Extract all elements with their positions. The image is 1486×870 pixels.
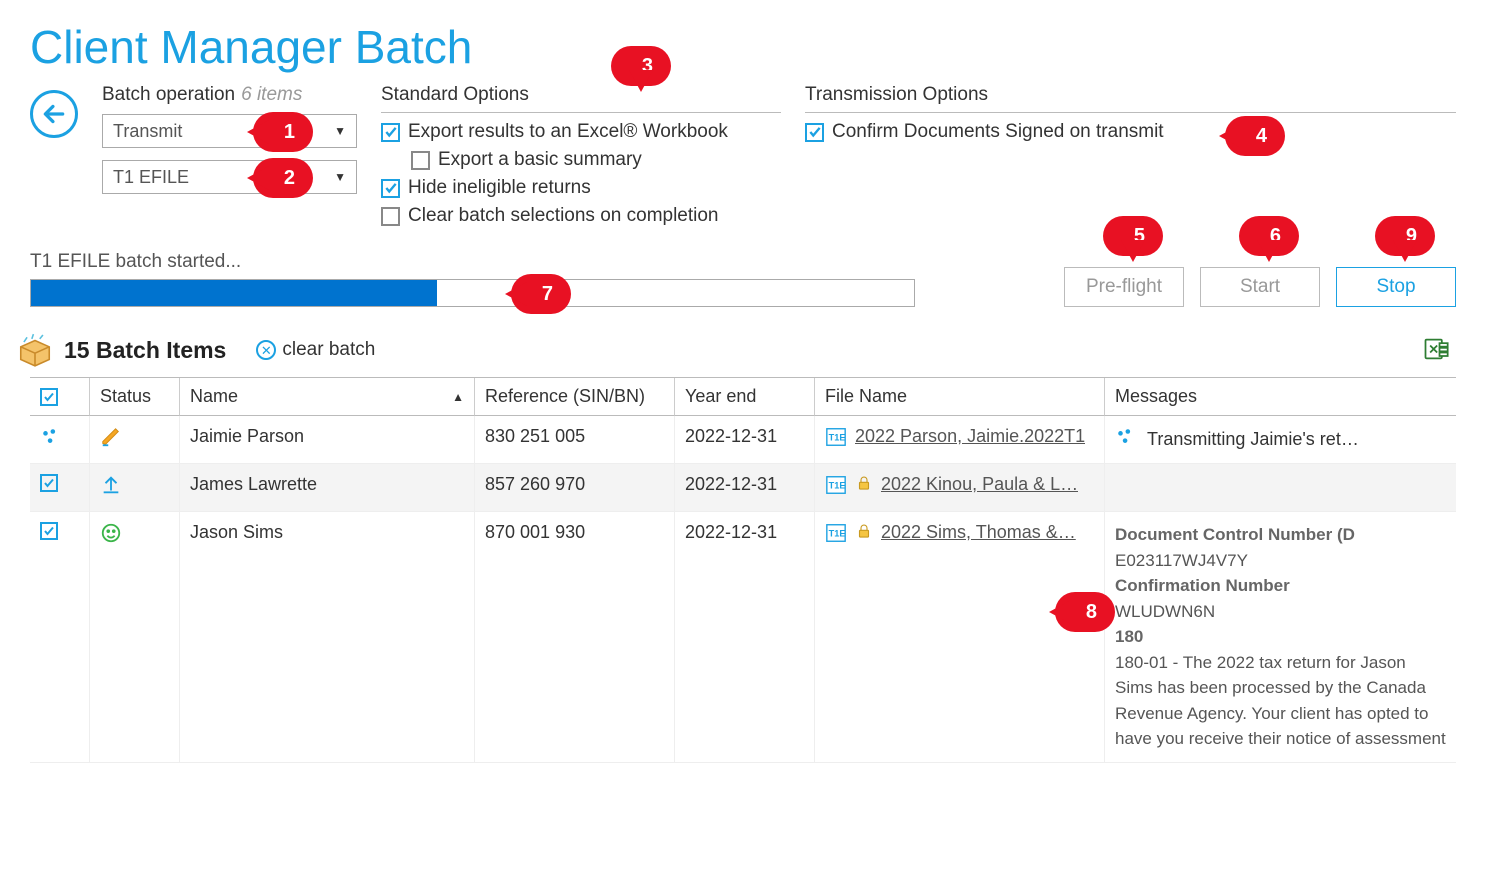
start-button[interactable]: Start 6 (1200, 267, 1320, 307)
row-yearend: 2022-12-31 (675, 512, 815, 763)
close-circle-icon: ✕ (256, 340, 276, 360)
batch-operation-value: Transmit (113, 121, 182, 142)
row-yearend: 2022-12-31 (675, 416, 815, 464)
checkbox-icon (381, 207, 400, 226)
opt-export-basic[interactable]: Export a basic summary (411, 149, 781, 171)
batch-type-dropdown[interactable]: T1 EFILE ▼ 2 (102, 160, 357, 194)
batch-type-value: T1 EFILE (113, 167, 189, 188)
col-yearend[interactable]: Year end (675, 378, 815, 416)
upload-icon (100, 474, 122, 496)
row-filename[interactable]: T1E 2022 Parson, Jaimie.2022T1 (815, 416, 1105, 464)
callout-3: 3 (611, 46, 671, 86)
opt-confirm-signed[interactable]: Confirm Documents Signed on transmit 4 (805, 121, 1456, 143)
row-name: Jason Sims (180, 512, 475, 763)
batch-operation-dropdown[interactable]: Transmit ▼ 1 (102, 114, 357, 148)
stop-button[interactable]: Stop 9 (1336, 267, 1456, 307)
opt-export-excel[interactable]: Export results to an Excel® Workbook (381, 121, 781, 143)
checkbox-icon (40, 474, 58, 492)
checkbox-icon (411, 151, 430, 170)
progress-bar: 7 (30, 279, 915, 307)
export-excel-icon[interactable] (1422, 335, 1456, 366)
svg-text:T1E: T1E (829, 433, 846, 443)
svg-text:T1E: T1E (829, 529, 846, 539)
page-title: Client Manager Batch (30, 20, 1456, 74)
lock-icon (855, 474, 873, 497)
row-yearend: 2022-12-31 (675, 464, 815, 512)
grid-header: Status Name ▲ Reference (SIN/BN) Year en… (30, 378, 1456, 416)
back-button[interactable] (30, 90, 78, 138)
opt-hide-ineligible[interactable]: Hide ineligible returns (381, 177, 781, 199)
table-row[interactable]: Jason Sims 870 001 930 2022-12-31 T1E 20… (30, 512, 1456, 763)
row-messages: Transmitting Jaimie's ret… (1105, 416, 1456, 464)
callout-7: 7 (511, 274, 571, 314)
row-check[interactable] (30, 416, 90, 464)
row-check[interactable] (30, 464, 90, 512)
row-name: Jaimie Parson (180, 416, 475, 464)
callout-6: 6 (1239, 216, 1299, 256)
clear-batch-link[interactable]: ✕ clear batch (256, 339, 375, 361)
checkbox-icon (805, 123, 824, 142)
lock-icon (855, 522, 873, 545)
col-status[interactable]: Status (90, 378, 180, 416)
callout-5: 5 (1103, 216, 1163, 256)
svg-text:T1E: T1E (829, 481, 846, 491)
row-check[interactable] (30, 512, 90, 763)
progress-fill (31, 280, 437, 306)
transmission-options-label: Transmission Options (805, 84, 988, 106)
chevron-down-icon: ▼ (334, 170, 346, 184)
table-row[interactable]: Jaimie Parson 830 251 005 2022-12-31 T1E… (30, 416, 1456, 464)
preflight-button[interactable]: Pre-flight 5 (1064, 267, 1184, 307)
row-reference: 857 260 970 (475, 464, 675, 512)
row-name: James Lawrette (180, 464, 475, 512)
row-status (90, 464, 180, 512)
row-messages: Document Control Number (D E023117WJ4V7Y… (1105, 512, 1456, 763)
dots-processing-icon (1115, 426, 1137, 453)
row-status (90, 512, 180, 763)
col-messages[interactable]: Messages (1105, 378, 1456, 416)
chevron-down-icon: ▼ (334, 124, 346, 138)
checkbox-icon (381, 123, 400, 142)
pencil-icon (100, 426, 122, 448)
callout-1: 1 (253, 112, 313, 152)
checkbox-icon (381, 179, 400, 198)
row-reference: 870 001 930 (475, 512, 675, 763)
sort-asc-icon: ▲ (452, 390, 464, 404)
checkbox-icon (40, 522, 58, 540)
batch-operation-count: 6 items (241, 84, 302, 106)
col-name[interactable]: Name ▲ (180, 378, 475, 416)
opt-clear-on-complete[interactable]: Clear batch selections on completion (381, 205, 781, 227)
callout-4: 4 (1225, 116, 1285, 156)
smile-icon (100, 522, 122, 544)
grid-body[interactable]: Jaimie Parson 830 251 005 2022-12-31 T1E… (30, 416, 1456, 763)
row-filename[interactable]: T1E 2022 Sims, Thomas &… (815, 512, 1105, 763)
callout-9: 9 (1375, 216, 1435, 256)
dots-processing-icon (40, 426, 62, 453)
col-check[interactable] (30, 378, 90, 416)
checkbox-icon (40, 388, 58, 406)
t1-file-icon: T1E (825, 522, 847, 549)
batch-items-title: 15 Batch Items (64, 337, 226, 364)
table-row[interactable]: James Lawrette 857 260 970 2022-12-31 T1… (30, 464, 1456, 512)
arrow-left-icon (41, 101, 67, 127)
col-filename[interactable]: File Name (815, 378, 1105, 416)
progress-label: T1 EFILE batch started... (30, 251, 915, 273)
box-icon (16, 331, 54, 369)
row-filename[interactable]: T1E 2022 Kinou, Paula & L… (815, 464, 1105, 512)
batch-operation-label: Batch operation (102, 84, 235, 106)
callout-8: 8 (1055, 592, 1115, 632)
row-status (90, 416, 180, 464)
row-messages (1105, 464, 1456, 512)
standard-options-label: Standard Options (381, 84, 529, 106)
t1-file-icon: T1E (825, 426, 847, 453)
col-reference[interactable]: Reference (SIN/BN) (475, 378, 675, 416)
row-reference: 830 251 005 (475, 416, 675, 464)
t1-file-icon: T1E (825, 474, 847, 501)
callout-2: 2 (253, 158, 313, 198)
